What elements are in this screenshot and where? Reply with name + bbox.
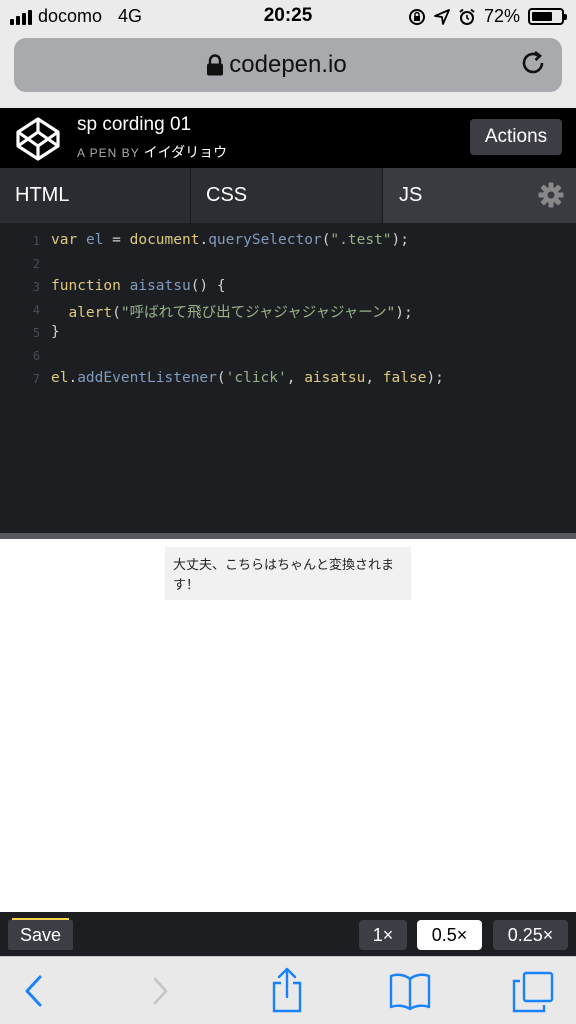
code-token: ( <box>216 370 226 386</box>
line-number: 3 <box>32 280 40 294</box>
pen-byline: A PEN BY イイダリョウ <box>77 142 227 162</box>
orientation-lock-icon <box>408 8 425 25</box>
code-line: 7 el.addEventListener('click', aisatsu, … <box>0 368 576 391</box>
code-line: 4 alert("呼ばれて飛び出てジャジャジャジャーン"); <box>0 299 576 322</box>
editor-tabs: HTML CSS JS <box>0 168 576 223</box>
bookmarks-icon[interactable] <box>388 971 432 1011</box>
codepen-bottom-bar: Save 1× 0.5× 0.25× <box>0 912 576 956</box>
back-icon[interactable] <box>22 971 44 1011</box>
browser-address-area: codepen.io <box>0 34 576 108</box>
battery-icon <box>528 8 567 25</box>
line-number: 1 <box>32 234 40 248</box>
test-element[interactable]: 大丈夫、こちらはちゃんと変換されます！ <box>165 547 411 600</box>
code-token: querySelector <box>208 232 322 248</box>
code-token: false <box>382 370 427 386</box>
pen-author[interactable]: イイダリョウ <box>144 144 227 160</box>
code-token: var <box>51 232 78 248</box>
tab-css[interactable]: CSS <box>191 168 383 223</box>
codepen-logo-icon[interactable] <box>15 116 61 162</box>
tab-js-label: JS <box>399 184 423 206</box>
code-token: el <box>85 232 104 248</box>
zoom-0.5x-button[interactable]: 0.5× <box>417 920 482 950</box>
forward-icon <box>153 977 168 1005</box>
save-button[interactable]: Save <box>8 920 73 950</box>
code-token: . <box>68 370 78 386</box>
code-token: } <box>51 324 60 340</box>
code-token: ( <box>112 305 121 321</box>
code-text: var el = document.querySelector(".test")… <box>51 232 409 248</box>
code-token: aisatsu <box>129 278 191 294</box>
code-line: 1 var el = document.querySelector(".test… <box>0 230 576 253</box>
code-text: } <box>51 324 60 340</box>
code-text: el.addEventListener('click', aisatsu, fa… <box>51 370 444 386</box>
line-number: 6 <box>32 349 40 363</box>
code-text: function aisatsu() { <box>51 278 226 294</box>
code-token: aisatsu <box>304 370 366 386</box>
battery-percent: 72% <box>483 6 520 26</box>
code-token: addEventListener <box>77 370 217 386</box>
pen-by-label: A PEN BY <box>77 146 140 160</box>
location-icon <box>434 8 450 25</box>
tabs-icon[interactable] <box>512 971 554 1013</box>
code-token: . <box>199 232 209 248</box>
code-token: 'click' <box>225 370 287 386</box>
pen-title: sp cording 01 <box>77 114 192 135</box>
safari-toolbar <box>0 956 576 1024</box>
share-icon[interactable] <box>270 967 304 1013</box>
code-token: alert <box>68 305 113 321</box>
address-bar[interactable]: codepen.io <box>14 38 562 92</box>
code-token: , <box>365 370 383 386</box>
code-token: document <box>129 232 200 248</box>
reload-icon[interactable] <box>520 50 548 78</box>
code-text: alert("呼ばれて飛び出てジャジャジャジャーン"); <box>51 301 413 322</box>
js-editor[interactable]: 1 var el = document.querySelector(".test… <box>0 223 576 533</box>
url-text: codepen.io <box>229 51 347 78</box>
actions-button[interactable]: Actions <box>470 119 562 155</box>
code-token: ); <box>395 305 413 321</box>
line-number: 5 <box>32 326 40 340</box>
code-token: ".test" <box>330 232 392 248</box>
tab-js[interactable]: JS <box>383 168 576 223</box>
code-token: ); <box>426 370 444 386</box>
status-bar: docomo 4G 20:25 72% <box>0 0 576 34</box>
code-line: 2 <box>0 253 576 276</box>
zoom-1x-button[interactable]: 1× <box>359 920 407 950</box>
gear-icon[interactable] <box>538 182 564 208</box>
code-token: el <box>51 370 69 386</box>
code-token: = <box>103 232 130 248</box>
code-token: ); <box>391 232 409 248</box>
zoom-0.25x-button[interactable]: 0.25× <box>493 920 568 950</box>
line-number: 4 <box>32 303 40 317</box>
code-token: function <box>51 278 121 294</box>
code-line: 3 function aisatsu() { <box>0 276 576 299</box>
code-token: , <box>286 370 305 386</box>
alarm-icon <box>459 8 475 25</box>
code-token: "呼ばれて飛び出てジャジャジャジャーン" <box>120 305 396 321</box>
status-right: 72% <box>408 6 567 27</box>
code-line: 5 } <box>0 322 576 345</box>
result-preview: 大丈夫、こちらはちゃんと変換されます！ <box>0 539 576 912</box>
tab-html[interactable]: HTML <box>0 168 191 223</box>
line-number: 2 <box>32 257 40 271</box>
codepen-header: sp cording 01 A PEN BY イイダリョウ Actions <box>0 108 576 168</box>
code-line: 6 <box>0 345 576 368</box>
line-number: 7 <box>32 372 40 386</box>
code-token: () { <box>190 278 226 294</box>
